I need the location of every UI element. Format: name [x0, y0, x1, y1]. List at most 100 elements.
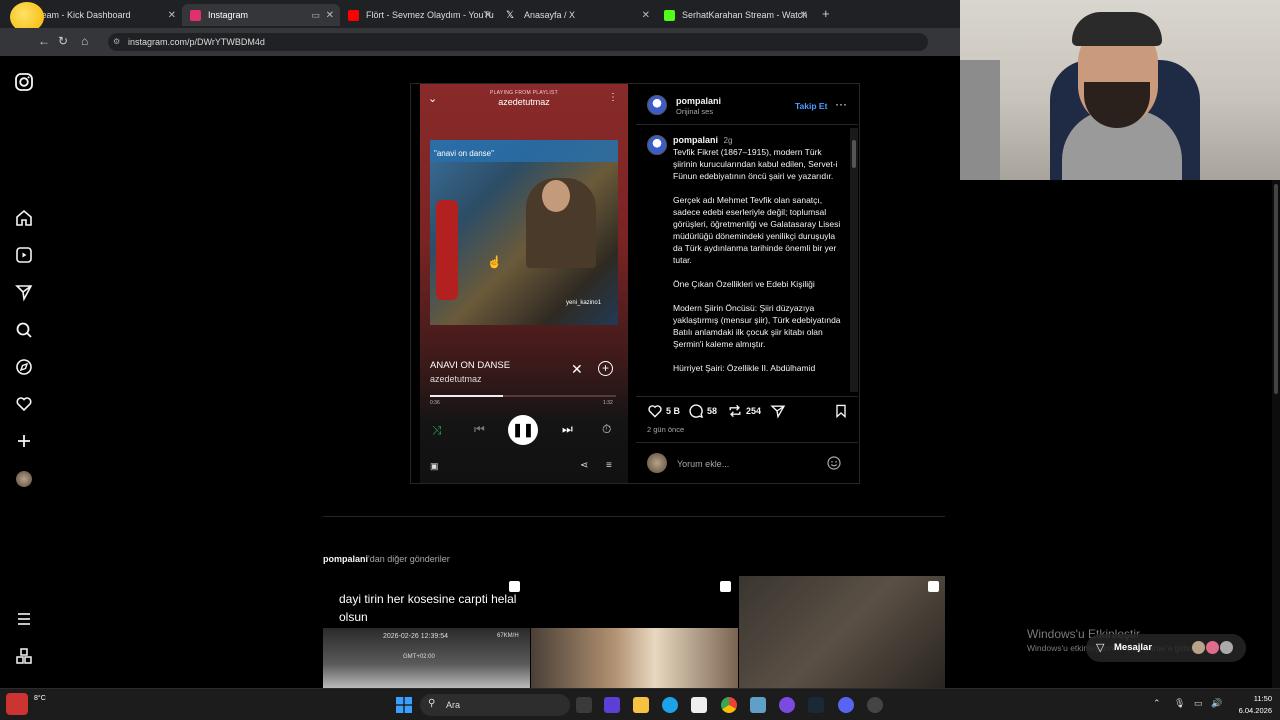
close-icon[interactable]: ✕ [168, 10, 176, 21]
home-icon[interactable] [14, 208, 34, 228]
album-watermark: yeni_kazino1 [566, 300, 602, 306]
contact-avatar [1192, 641, 1205, 654]
like-count[interactable]: 5 B [666, 405, 680, 417]
instagram-logo-icon[interactable] [14, 72, 34, 92]
caption-paragraph: Hürriyet Şairi: Özellikle II. Abdülhamid [673, 363, 816, 373]
emoji-icon[interactable] [826, 455, 842, 471]
comment-input[interactable]: Yorum ekle... [677, 458, 729, 470]
more-menu-icon[interactable] [14, 609, 34, 629]
app-icon[interactable] [604, 697, 620, 713]
url-field[interactable]: instagram.com/p/DWrYTWBDM4d [108, 33, 928, 51]
weather-icon[interactable] [6, 693, 28, 715]
volume-icon[interactable]: 🔊 [1211, 698, 1222, 709]
more-posts-user[interactable]: pompalani [323, 554, 368, 564]
clock-time[interactable]: 11:50 [1232, 694, 1272, 703]
edge-icon[interactable] [662, 697, 678, 713]
search-icon[interactable] [14, 320, 34, 340]
more-posts-suffix: 'dan diğer gönderiler [368, 554, 450, 564]
contact-avatar [1220, 641, 1233, 654]
back-icon[interactable]: ← [38, 34, 50, 48]
tab-youtube[interactable]: Flört - Sevmez Olaydım - YouTu ✕ [340, 4, 498, 26]
author-avatar[interactable] [647, 95, 667, 115]
home-icon[interactable]: ⌂ [81, 34, 88, 48]
caption-avatar[interactable] [647, 135, 667, 155]
close-icon[interactable]: ✕ [642, 10, 650, 21]
notifications-heart-icon[interactable] [14, 394, 34, 414]
create-plus-icon[interactable] [14, 431, 34, 451]
site-info-icon[interactable]: ⚙ [113, 37, 120, 46]
page-scrollbar[interactable] [1272, 180, 1280, 688]
browser-tab-bar: Stream - Kick Dashboard ✕ Instagram ▭ ✕ … [0, 0, 960, 28]
store-icon[interactable] [691, 697, 707, 713]
queue-icon: ≡ [606, 460, 612, 471]
messages-bubble[interactable]: ▽ Mesajlar [1086, 634, 1246, 662]
clock-date[interactable]: 6.04.2026 [1222, 706, 1272, 715]
grid-post-2[interactable] [531, 576, 738, 688]
like-icon[interactable] [647, 403, 663, 419]
tab-x[interactable]: 𝕏 Anasayfa / X ✕ [498, 4, 656, 26]
comment-count[interactable]: 58 [707, 405, 717, 417]
comment-icon[interactable] [688, 403, 704, 419]
follow-button[interactable]: Takip Et [795, 100, 827, 112]
close-icon[interactable]: ✕ [326, 10, 334, 21]
start-windows-icon[interactable] [396, 697, 412, 713]
webcam-overlay [960, 0, 1280, 180]
dashcam-timestamp: 2026-02-26 12:39:54 [383, 633, 448, 640]
previous-icon: ⏮ [474, 422, 485, 436]
pause-button: ❚❚ [508, 415, 538, 445]
scrollbar-thumb[interactable] [852, 140, 856, 168]
repost-icon[interactable] [727, 403, 743, 419]
grid-post-3[interactable] [739, 576, 945, 688]
more-options-icon[interactable]: ··· [835, 97, 847, 111]
repost-count[interactable]: 254 [746, 405, 761, 417]
explore-icon[interactable] [14, 357, 34, 377]
app-icon[interactable] [867, 697, 883, 713]
meta-apps-icon[interactable] [14, 646, 34, 666]
caption-username[interactable]: pompalani [673, 135, 718, 145]
audio-label[interactable]: Orijinal ses [676, 106, 713, 118]
caption-scrollbar[interactable] [850, 128, 858, 392]
profile-avatar[interactable] [16, 471, 32, 487]
person-cap [1072, 12, 1162, 46]
steam-icon[interactable] [808, 697, 824, 713]
divider [636, 442, 858, 443]
cast-icon[interactable]: ▭ [311, 10, 320, 21]
microphone-icon[interactable]: 🎙 [1174, 698, 1185, 709]
grid-post-1[interactable]: dayi tirin her kosesine carpti helal ols… [323, 576, 530, 688]
discord-icon[interactable] [838, 697, 854, 713]
next-icon: ⏭ [562, 422, 573, 436]
new-tab-icon[interactable]: + [822, 6, 830, 21]
app-icon[interactable] [750, 697, 766, 713]
file-explorer-icon[interactable] [633, 697, 649, 713]
share-icon[interactable] [770, 403, 786, 419]
network-icon[interactable]: ▭ [1194, 698, 1203, 709]
track-artist: azedetutmaz [430, 374, 482, 384]
weather-temp[interactable]: 8°C [34, 695, 46, 702]
tray-chevron-icon[interactable]: ⌃ [1153, 698, 1161, 709]
close-icon[interactable]: ✕ [484, 10, 492, 21]
album-face [542, 180, 570, 212]
taskbar-search[interactable]: ⚲ Ara [420, 694, 570, 716]
more-options-icon: ⋮ [608, 92, 618, 103]
tab-instagram[interactable]: Instagram ▭ ✕ [182, 4, 340, 26]
tab-title: Anasayfa / X [524, 10, 576, 20]
grid-post-caption: dayi tirin her kosesine carpti helal ols… [339, 592, 517, 624]
shuffle-icon: ⤨ [432, 423, 442, 437]
task-view-icon[interactable] [576, 697, 592, 713]
chrome-icon[interactable] [721, 697, 737, 713]
caption-paragraph: Öne Çıkan Özellikleri ve Edebi Kişiliği [673, 279, 815, 289]
instagram-favicon-icon [190, 9, 201, 21]
close-icon[interactable]: ✕ [800, 10, 808, 21]
progress-track [430, 395, 616, 397]
tab-kick-watch[interactable]: SerhatKarahan Stream - Watch ✕ [656, 4, 814, 26]
mouse-cursor: ☝ [487, 255, 502, 269]
app-icon[interactable] [779, 697, 795, 713]
album-label: "anavi on danse" [434, 149, 494, 158]
page-scrollbar-thumb[interactable] [1274, 184, 1278, 394]
tab-title: SerhatKarahan Stream - Watch [682, 10, 808, 20]
reload-icon[interactable]: ↻ [58, 34, 68, 48]
direct-messages-icon[interactable] [14, 282, 34, 302]
save-bookmark-icon[interactable] [833, 403, 849, 419]
reels-icon[interactable] [14, 245, 34, 265]
caption-paragraph: Modern Şiirin Öncüsü: Şiiri düzyazıya ya… [673, 303, 841, 349]
